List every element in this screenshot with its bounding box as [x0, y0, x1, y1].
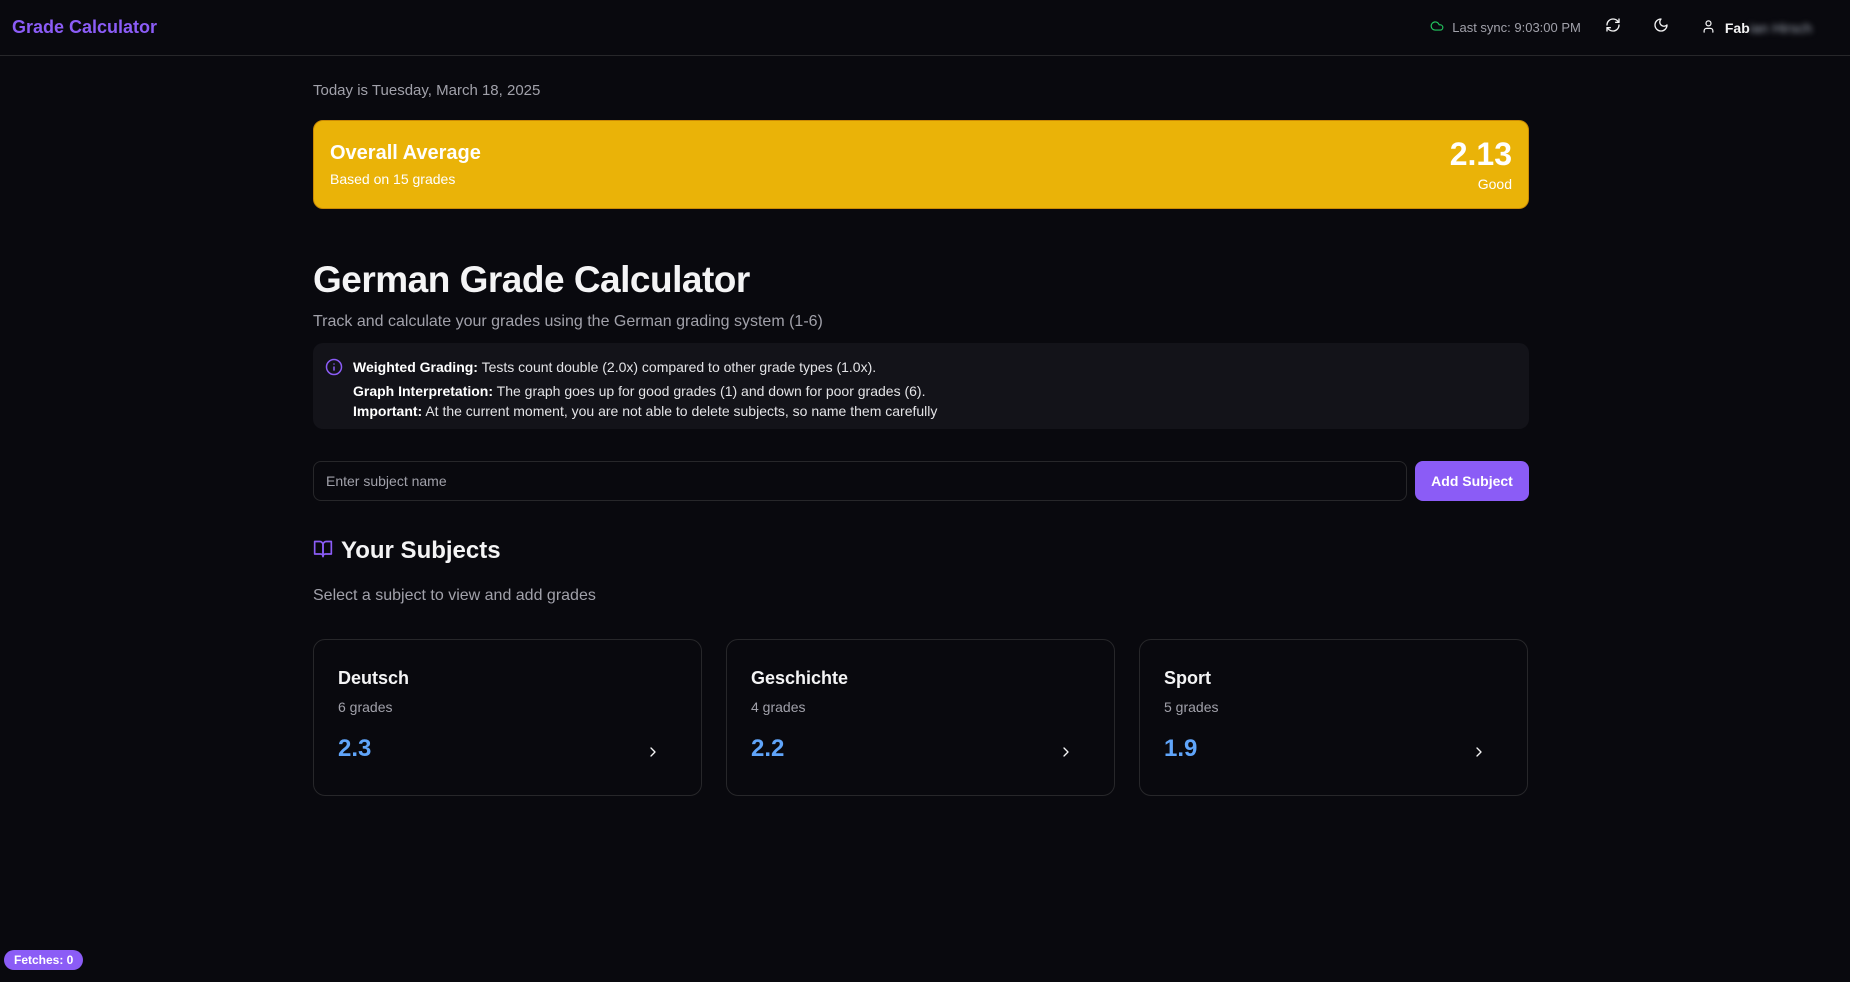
subject-card-sport[interactable]: Sport 5 grades 1.9 — [1139, 639, 1528, 796]
subject-name-input[interactable] — [313, 461, 1407, 501]
subject-average: 2.3 — [338, 735, 372, 762]
info-graph-interpretation: Graph Interpretation: The graph goes up … — [353, 383, 926, 399]
top-bar-actions: Last sync: 9:03:00 PM Fabian Hirsch — [1430, 0, 1838, 55]
book-open-icon — [313, 539, 333, 564]
info-lines: Weighted Grading: Tests count double (2.… — [353, 356, 937, 419]
subject-card-geschichte[interactable]: Geschichte 4 grades 2.2 — [726, 639, 1115, 796]
user-name-blurred: ian Hirsch — [1749, 19, 1812, 36]
chevron-right-icon — [1058, 744, 1074, 765]
sync-text: Last sync: 9:03:00 PM — [1452, 20, 1581, 35]
info-box: Weighted Grading: Tests count double (2.… — [313, 343, 1529, 429]
chevron-right-icon — [645, 744, 661, 765]
info-weighted-grading: Weighted Grading: Tests count double (2.… — [353, 359, 877, 375]
overall-average-card: Overall Average Based on 15 grades 2.13 … — [313, 120, 1529, 209]
overall-average-label: Good — [1477, 175, 1512, 192]
main-content: Today is Tuesday, March 18, 2025 Overall… — [313, 56, 1529, 796]
user-name: Fabian Hirsch — [1725, 20, 1812, 36]
fetches-badge: Fetches: 0 — [4, 950, 84, 970]
subject-average: 1.9 — [1164, 735, 1198, 762]
overall-average-value: 2.13 — [1449, 135, 1512, 172]
refresh-icon — [1605, 17, 1621, 38]
overall-average-score: 2.13 Good — [1450, 138, 1512, 192]
add-subject-form: Add Subject — [313, 461, 1529, 501]
cloud-icon — [1430, 19, 1444, 36]
page-title: German Grade Calculator — [313, 259, 750, 300]
info-icon — [325, 356, 343, 417]
user-icon — [1701, 19, 1716, 37]
page-subtitle: Track and calculate your grades using th… — [313, 313, 823, 330]
app-brand[interactable]: Grade Calculator — [12, 17, 157, 38]
refresh-button[interactable] — [1595, 10, 1631, 46]
subjects-subtitle: Select a subject to view and add grades — [313, 587, 596, 604]
moon-icon — [1653, 17, 1669, 38]
info-important: Important: At the current moment, you ar… — [353, 403, 938, 419]
chevron-right-icon — [1471, 744, 1487, 765]
subject-average: 2.2 — [751, 735, 785, 762]
current-date: Today is Tuesday, March 18, 2025 — [313, 82, 541, 99]
subject-name: Deutsch — [338, 668, 410, 688]
overall-average-title: Overall Average — [330, 142, 481, 164]
theme-toggle-button[interactable] — [1643, 10, 1679, 46]
overall-average-info: Overall Average Based on 15 grades — [330, 142, 481, 187]
overall-average-subtitle: Based on 15 grades — [330, 171, 456, 187]
add-subject-button[interactable]: Add Subject — [1415, 461, 1529, 501]
subject-name: Sport — [1164, 668, 1211, 688]
subject-cards: Deutsch 6 grades 2.3 Geschichte 4 grades… — [313, 639, 1529, 796]
user-menu-button[interactable]: Fabian Hirsch — [1701, 19, 1838, 37]
subjects-header: Your Subjects — [313, 537, 1529, 565]
user-name-visible: Fab — [1724, 19, 1750, 36]
subject-grade-count: 4 grades — [751, 699, 806, 715]
top-bar: Grade Calculator Last sync: 9:03:00 PM F… — [0, 0, 1850, 56]
sync-status: Last sync: 9:03:00 PM — [1430, 19, 1581, 36]
subject-name: Geschichte — [751, 668, 849, 688]
subject-grade-count: 5 grades — [1164, 699, 1219, 715]
subjects-title: Your Subjects — [341, 537, 501, 564]
subject-grade-count: 6 grades — [338, 699, 393, 715]
subject-card-deutsch[interactable]: Deutsch 6 grades 2.3 — [313, 639, 702, 796]
